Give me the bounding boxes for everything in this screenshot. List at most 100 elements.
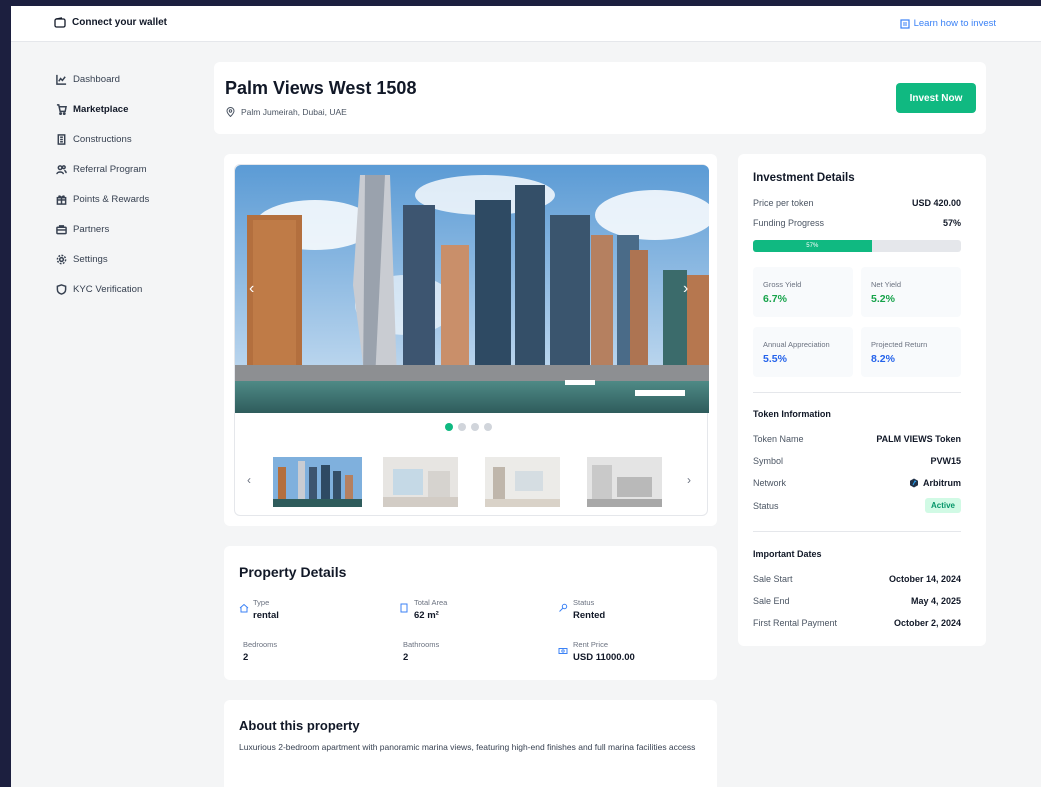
- row-first-rental-payment: First Rental Payment October 2, 2024: [753, 618, 961, 628]
- carousel-dot[interactable]: [445, 423, 453, 431]
- divider: [753, 392, 961, 393]
- property-details-card: Property Details Type rental Total Area …: [224, 546, 717, 680]
- row-label: Network: [753, 478, 787, 488]
- sidebar-item-label: Referral Program: [73, 163, 147, 175]
- chart-line-icon: [56, 74, 67, 85]
- row-price-per-token: Price per token USD 420.00: [753, 198, 961, 208]
- thumbnail-image: [273, 457, 362, 507]
- field-label: Rent Price: [573, 640, 609, 649]
- carousel-dot[interactable]: [484, 423, 492, 431]
- building-icon: [57, 133, 66, 145]
- field-label: Bedrooms: [243, 640, 278, 649]
- stat-label: Annual Appreciation: [763, 340, 830, 349]
- property-details-title: Property Details: [239, 564, 347, 580]
- field-total-area: Total Area 62 m²: [414, 598, 447, 621]
- row-sale-start: Sale Start October 14, 2024: [753, 574, 961, 584]
- gear-icon: [56, 254, 67, 264]
- thumbnail-image: [383, 457, 458, 507]
- invest-now-button[interactable]: Invest Now: [896, 83, 976, 113]
- book-icon: [900, 18, 910, 29]
- thumbnail-living-room[interactable]: [383, 457, 458, 507]
- app-window: Connect your wallet Learn how to invest …: [11, 6, 1041, 787]
- main-photo: ‹ ›: [235, 165, 709, 413]
- field-label: Bathrooms: [403, 640, 440, 649]
- field-value: rental: [253, 610, 279, 621]
- gallery-frame: ‹ › ‹ ›: [234, 164, 709, 516]
- about-title: About this property: [239, 718, 360, 733]
- sidebar-item-label: Settings: [73, 253, 108, 265]
- thumbnail-kitchen[interactable]: [587, 457, 662, 507]
- sidebar-item-settings[interactable]: Settings: [56, 244, 206, 274]
- investment-details-title: Investment Details: [753, 172, 855, 184]
- next-photo-button[interactable]: ›: [683, 280, 688, 298]
- row-label: Status: [753, 500, 779, 511]
- key-icon: [559, 603, 568, 612]
- about-card: About this property Luxurious 2-bedroom …: [224, 700, 717, 787]
- status-badge: Active: [924, 498, 961, 513]
- stat-net-yield: Net Yield 5.2%: [861, 267, 961, 317]
- field-value: Rented: [573, 610, 606, 621]
- top-bar: Connect your wallet Learn how to invest: [11, 6, 1041, 42]
- sidebar-item-label: KYC Verification: [73, 283, 143, 295]
- carousel-dots: [445, 423, 492, 431]
- location: Palm Jumeirah, Dubai, UAE: [226, 107, 347, 117]
- users-icon: [56, 164, 67, 174]
- banknote-icon: [558, 648, 568, 654]
- field-label: Total Area: [414, 598, 448, 607]
- stat-value: 6.7%: [763, 293, 787, 305]
- sidebar-item-partners[interactable]: Partners: [56, 214, 206, 244]
- row-value: PVW15: [930, 456, 961, 466]
- field-label: Type: [253, 598, 270, 607]
- row-network: Network Arbitrum: [753, 478, 961, 488]
- briefcase-icon: [56, 224, 67, 234]
- thumbs-next-button[interactable]: ›: [687, 473, 691, 487]
- funding-progress-fill: 57%: [753, 240, 872, 252]
- sidebar-item-points-rewards[interactable]: Points & Rewards: [56, 184, 206, 214]
- row-status: Status Active: [753, 498, 961, 513]
- row-value: October 2, 2024: [893, 618, 961, 628]
- home-icon: [239, 603, 249, 613]
- thumbnail-bedroom[interactable]: [485, 457, 560, 507]
- sidebar-item-marketplace[interactable]: Marketplace: [56, 94, 206, 124]
- map-pin-icon: [226, 107, 235, 117]
- carousel-dot[interactable]: [471, 423, 479, 431]
- important-dates-title: Important Dates: [753, 549, 822, 559]
- sidebar-item-referral-program[interactable]: Referral Program: [56, 154, 206, 184]
- shield-icon: [56, 283, 67, 295]
- sidebar-item-label: Constructions: [73, 133, 132, 145]
- field-bedrooms: Bedrooms 2: [243, 640, 277, 663]
- field-rent-price: Rent Price USD 11000.00: [573, 640, 635, 663]
- stat-label: Projected Return: [871, 340, 928, 349]
- carousel-dot[interactable]: [458, 423, 466, 431]
- sidebar-item-constructions[interactable]: Constructions: [56, 124, 206, 154]
- prev-photo-button[interactable]: ‹: [249, 280, 254, 298]
- thumbnail-image: [587, 457, 662, 507]
- row-label: Price per token: [753, 198, 814, 208]
- stat-label: Gross Yield: [763, 280, 802, 289]
- photo-gallery: ‹ › ‹ ›: [224, 154, 717, 526]
- stat-value: 8.2%: [871, 353, 895, 365]
- row-token-name: Token Name PALM VIEWS Token: [753, 434, 961, 444]
- thumbnail-skyline[interactable]: [273, 457, 362, 507]
- thumbs-prev-button[interactable]: ‹: [247, 473, 251, 487]
- row-sale-end: Sale End May 4, 2025: [753, 596, 961, 606]
- sidebar-item-kyc-verification[interactable]: KYC Verification: [56, 274, 206, 304]
- row-value: 57%: [942, 218, 961, 228]
- sidebar-item-label: Dashboard: [73, 73, 120, 85]
- area-icon: [400, 603, 408, 613]
- investment-details-card: Investment Details Price per token USD 4…: [738, 154, 986, 646]
- row-value: May 4, 2025: [910, 596, 961, 606]
- learn-how-to-invest-link[interactable]: Learn how to invest: [900, 18, 996, 29]
- thumbnail-image: [485, 457, 560, 507]
- wallet-icon: [54, 17, 66, 28]
- about-text: Luxurious 2-bedroom apartment with panor…: [239, 742, 696, 752]
- row-label: Sale Start: [753, 574, 793, 584]
- row-funding-progress: Funding Progress 57%: [753, 218, 961, 228]
- divider: [753, 531, 961, 532]
- property-header: Palm Views West 1508 Palm Jumeirah, Duba…: [214, 62, 986, 134]
- field-value: 2: [243, 652, 249, 663]
- connect-wallet-button[interactable]: Connect your wallet: [54, 17, 167, 28]
- arbitrum-icon: [910, 478, 918, 488]
- learn-label: Learn how to invest: [913, 18, 996, 29]
- sidebar-item-dashboard[interactable]: Dashboard: [56, 64, 206, 94]
